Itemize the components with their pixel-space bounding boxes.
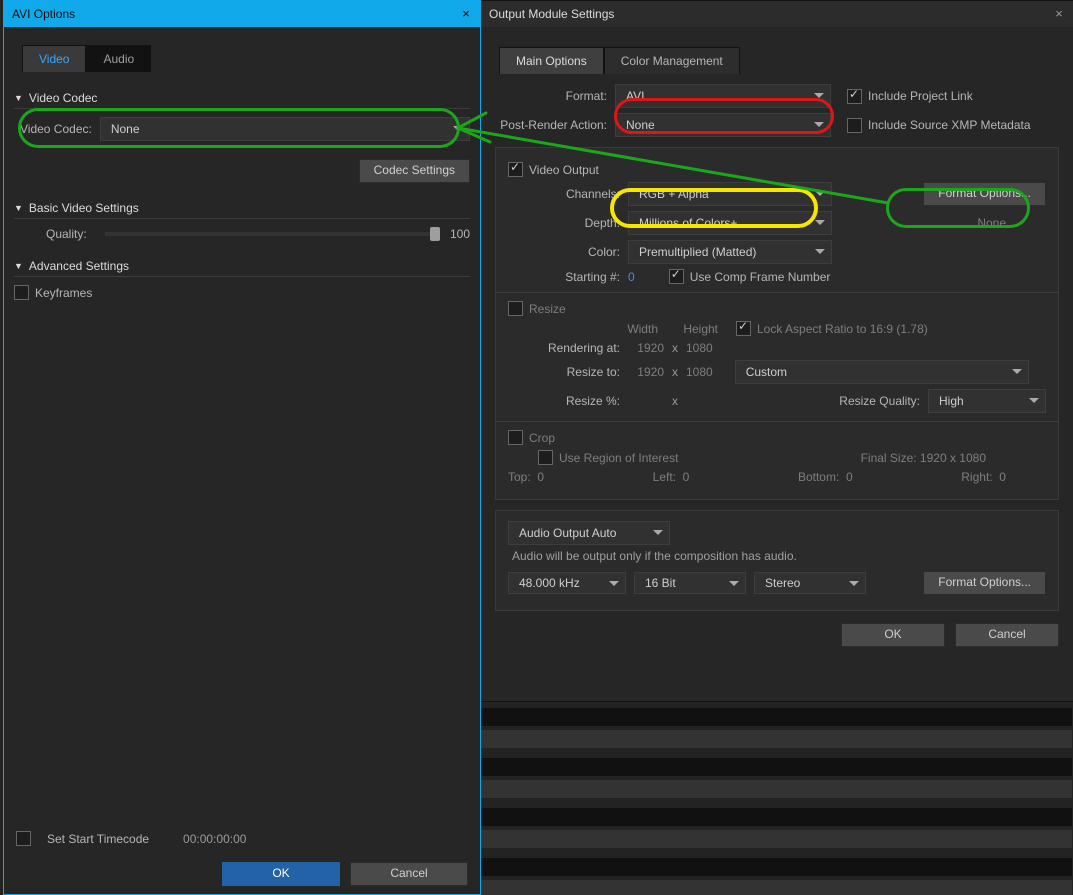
audio-output-mode-select[interactable]: Audio Output Auto — [508, 521, 670, 545]
crop-checkbox[interactable] — [508, 430, 523, 445]
tab-color-management[interactable]: Color Management — [604, 47, 740, 74]
keyframes-label: Keyframes — [35, 286, 92, 300]
audio-channel-select[interactable]: Stereo — [754, 572, 866, 594]
output-module-cancel-button[interactable]: Cancel — [955, 623, 1059, 647]
include-project-link-checkbox[interactable] — [847, 89, 862, 104]
audio-note: Audio will be output only if the composi… — [512, 549, 1046, 563]
format-label: Format: — [495, 89, 607, 103]
starting-number-value[interactable]: 0 — [628, 270, 635, 284]
output-module-window: Output Module Settings × Main Options Co… — [480, 0, 1073, 702]
avi-ok-button[interactable]: OK — [222, 862, 340, 886]
resize-quality-select[interactable]: High — [928, 389, 1046, 413]
output-module-title: Output Module Settings — [489, 7, 614, 21]
quality-label: Quality: — [46, 227, 87, 241]
audio-output-panel: Audio Output Auto Audio will be output o… — [495, 510, 1059, 611]
start-timecode-value[interactable]: 00:00:00:00 — [183, 832, 246, 846]
rendering-height: 1080 — [686, 341, 713, 355]
close-icon[interactable]: × — [460, 8, 472, 20]
tab-main-options[interactable]: Main Options — [499, 47, 604, 74]
basic-video-settings-toggle[interactable]: ▼Basic Video Settings — [14, 201, 470, 215]
color-label: Color: — [508, 245, 620, 259]
crop-right-label: Right: — [961, 470, 992, 484]
rendering-at-label: Rendering at: — [508, 341, 620, 355]
advanced-settings-toggle[interactable]: ▼Advanced Settings — [14, 259, 470, 273]
crop-top-label: Top: — [508, 470, 531, 484]
include-xmp-checkbox[interactable] — [847, 118, 862, 133]
resize-pct-label: Resize %: — [508, 394, 620, 408]
codec-settings-button[interactable]: Codec Settings — [359, 159, 470, 183]
set-start-timecode-checkbox[interactable] — [16, 831, 31, 846]
output-module-titlebar: Output Module Settings × — [481, 1, 1073, 27]
set-start-timecode-label: Set Start Timecode — [47, 832, 149, 846]
include-xmp-label: Include Source XMP Metadata — [868, 118, 1031, 132]
use-roi-checkbox[interactable] — [538, 450, 553, 465]
depth-select[interactable]: Millions of Colors+ — [628, 211, 832, 235]
resize-quality-label: Resize Quality: — [839, 394, 920, 408]
crop-right-value[interactable]: 0 — [999, 470, 1006, 484]
rendering-width: 1920 — [628, 341, 664, 355]
video-codec-label: Video Codec: — [20, 122, 92, 136]
format-options-button[interactable]: Format Options... — [923, 182, 1046, 206]
crop-bottom-label: Bottom: — [798, 470, 839, 484]
avi-options-window: AVI Options × Video Audio ▼Video Codec V… — [3, 0, 481, 895]
channels-select[interactable]: RGB + Alpha — [628, 182, 832, 206]
audio-rate-select[interactable]: 48.000 kHz — [508, 572, 626, 594]
video-output-panel: Video Output Channels: RGB + Alpha Forma… — [495, 147, 1059, 500]
format-options-status: None — [977, 216, 1006, 230]
avi-titlebar: AVI Options × — [4, 1, 480, 27]
avi-cancel-button[interactable]: Cancel — [350, 862, 468, 886]
include-project-link-label: Include Project Link — [868, 89, 973, 103]
width-header: Width — [608, 322, 658, 336]
crop-top-value[interactable]: 0 — [537, 470, 544, 484]
video-codec-select[interactable]: None — [100, 117, 470, 141]
audio-format-options-button[interactable]: Format Options... — [923, 571, 1046, 595]
starting-number-label: Starting #: — [508, 270, 620, 284]
use-comp-frame-checkbox[interactable] — [669, 269, 684, 284]
post-render-label: Post-Render Action: — [495, 118, 607, 132]
color-select[interactable]: Premultiplied (Matted) — [628, 240, 832, 264]
video-output-label: Video Output — [529, 163, 599, 177]
lock-aspect-label: Lock Aspect Ratio to 16:9 (1.78) — [757, 322, 928, 336]
crop-left-value[interactable]: 0 — [683, 470, 690, 484]
output-module-ok-button[interactable]: OK — [841, 623, 945, 647]
use-roi-label: Use Region of Interest — [559, 451, 678, 465]
resize-label: Resize — [529, 302, 566, 316]
final-size-label: Final Size: 1920 x 1080 — [861, 451, 986, 465]
quality-value[interactable]: 100 — [450, 227, 470, 241]
use-comp-frame-label: Use Comp Frame Number — [690, 270, 831, 284]
audio-bit-select[interactable]: 16 Bit — [634, 572, 746, 594]
format-select[interactable]: AVI — [615, 84, 831, 108]
crop-left-label: Left: — [653, 470, 676, 484]
resize-preset-select[interactable]: Custom — [735, 360, 1029, 384]
video-codec-section-toggle[interactable]: ▼Video Codec — [14, 91, 470, 105]
crop-bottom-value[interactable]: 0 — [846, 470, 853, 484]
video-output-checkbox[interactable] — [508, 162, 523, 177]
tab-video[interactable]: Video — [22, 45, 86, 72]
avi-title: AVI Options — [12, 7, 75, 21]
height-header: Height — [658, 322, 718, 336]
lock-aspect-checkbox[interactable] — [736, 321, 751, 336]
resize-to-height[interactable]: 1080 — [686, 365, 713, 379]
channels-label: Channels: — [508, 187, 620, 201]
resize-to-width[interactable]: 1920 — [628, 365, 664, 379]
post-render-select[interactable]: None — [615, 113, 831, 137]
close-icon[interactable]: × — [1053, 8, 1065, 20]
keyframes-checkbox[interactable] — [14, 285, 29, 300]
quality-slider[interactable] — [105, 232, 440, 236]
depth-label: Depth: — [508, 216, 620, 230]
resize-checkbox[interactable] — [508, 301, 523, 316]
crop-label: Crop — [529, 431, 555, 445]
resize-to-label: Resize to: — [508, 365, 620, 379]
tab-audio[interactable]: Audio — [86, 45, 151, 72]
